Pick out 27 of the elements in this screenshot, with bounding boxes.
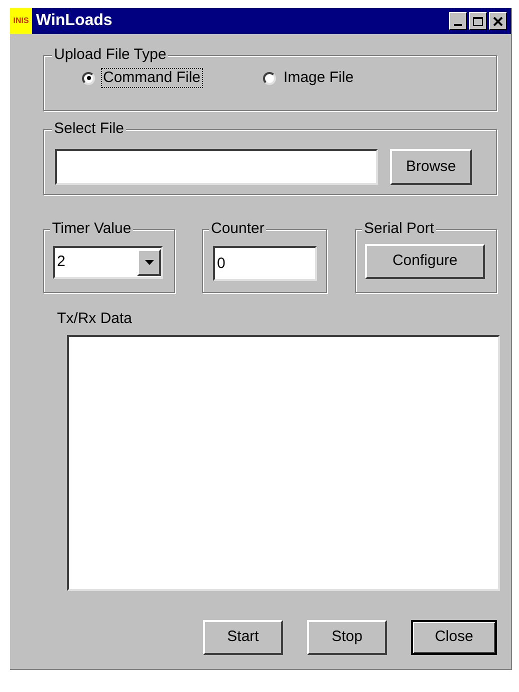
group-label: Upload File Type [52,45,168,65]
app-logo: INIS [10,8,32,34]
browse-button[interactable]: Browse [390,149,472,185]
txrx-label: Tx/Rx Data [57,309,132,329]
minimize-button[interactable] [449,12,467,30]
counter-field[interactable]: 0 [213,246,317,281]
configure-button[interactable]: Configure [365,244,485,279]
close-button[interactable] [489,12,507,30]
radio-button[interactable] [262,72,276,84]
dialog-button[interactable]: Close [411,620,497,655]
radio-label: Image File [282,68,355,88]
close-icon [493,16,503,26]
timer-dropdown[interactable]: 2 [53,246,163,279]
radio-button[interactable] [82,72,95,84]
minimize-icon [454,24,462,26]
radio-option[interactable]: Image File [262,68,356,88]
file-path-field[interactable] [55,149,378,185]
radio-option[interactable]: Command File [82,68,203,88]
dropdown-value: 2 [56,252,66,272]
maximize-icon [473,16,483,26]
caret-icon [144,260,154,265]
dialog-button[interactable]: Stop [307,620,387,655]
maximize-button[interactable] [469,12,487,30]
radio-label: Command File [101,68,203,88]
window-title: WinLoads [36,11,112,31]
dialog-button[interactable]: Start [203,620,283,655]
dropdown-arrow-button[interactable] [137,249,161,276]
